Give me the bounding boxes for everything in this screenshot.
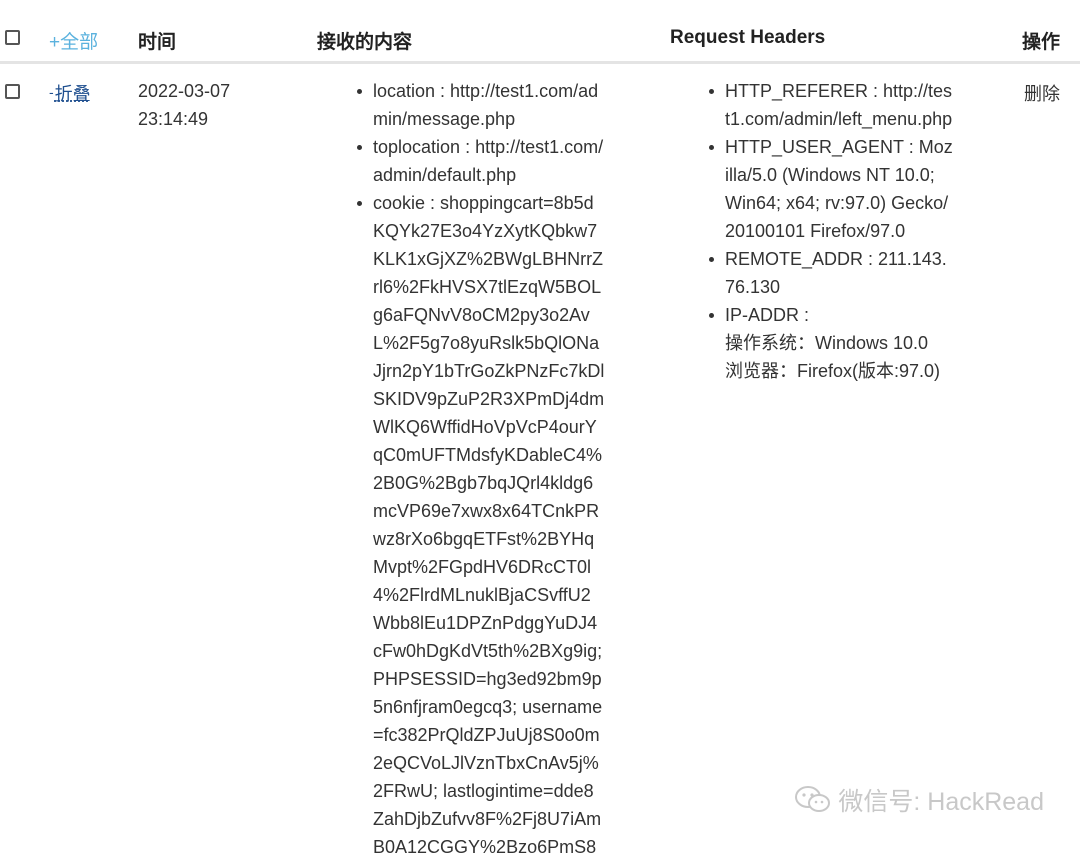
watermark: 微信号: HackRead xyxy=(794,782,1044,818)
received-content-list: location : http://test1.com/ad min/messag… xyxy=(355,77,604,861)
table-header: +全部 时间 接收的内容 Request Headers 操作 xyxy=(0,0,1080,64)
wechat-icon xyxy=(795,786,831,812)
header-item-line: 操作系统：Windows 10.0 xyxy=(725,333,929,353)
content-item-line: 5n6nfjram0egcq3; username xyxy=(373,697,603,717)
content-item-line: KQYk27E3o4YzXytKQbkw7 xyxy=(373,221,598,241)
collapse-toggle[interactable]: -折叠 xyxy=(49,80,91,106)
content-item-line: location : http://test1.com/ad xyxy=(373,81,599,101)
content-item-line: Wbb8lEu1DPZnPdggYuDJ4 xyxy=(373,613,598,633)
content-item-line: SKIDV9pZuP2R3XPmDj4dm xyxy=(373,389,605,409)
content-item-line: Mvpt%2FGpdHV6DRcCT0l xyxy=(373,557,592,577)
content-item-line: mcVP69e7xwx8x64TCnkPR xyxy=(373,501,600,521)
content-item-line: cFw0hDgKdVt5th%2BXg9ig; xyxy=(373,641,603,661)
minus-icon: - xyxy=(49,84,54,100)
content-item-line: ZahDjbZufvv8F%2Fj8U7iAm xyxy=(373,809,602,829)
row-checkbox[interactable] xyxy=(5,84,20,99)
content-item-line: 2FRwU; lastlogintime=dde8 xyxy=(373,781,594,801)
header-item-line: HTTP_REFERER : http://tes xyxy=(725,81,953,101)
content-item-line: admin/default.php xyxy=(373,165,517,185)
content-item: cookie : shoppingcart=8b5d KQYk27E3o4YzXy… xyxy=(355,189,604,861)
header-item: IP-ADDR : 操作系统：Windows 10.0 浏览器：Firefox(版本… xyxy=(707,301,953,385)
delete-link[interactable]: 删除 xyxy=(1024,80,1060,106)
header-item-line: REMOTE_ADDR : 211.143. xyxy=(725,249,947,269)
content-item-line: wz8rXo6bgqETFst%2BYHq xyxy=(373,529,595,549)
content-item-line: WlKQ6WffidHoVpVcP4ourY xyxy=(373,417,597,437)
row-date: 2022-03-07 xyxy=(138,81,231,101)
expand-all-link[interactable]: +全部 xyxy=(49,27,98,54)
content-item-line: 4%2FlrdMLnuklBjaCSvffU2 xyxy=(373,585,591,605)
content-item-line: 2eQCVoLJlVznTbxCnAv5j% xyxy=(373,753,599,773)
column-header-content: 接收的内容 xyxy=(317,32,413,53)
column-header-action: 操作 xyxy=(1022,32,1061,53)
collapse-toggle-label: 折叠 xyxy=(54,84,91,104)
content-item-line: cookie : shoppingcart=8b5d xyxy=(373,193,594,213)
content-item-line: rl6%2FkHVSX7tlEzqW5BOL xyxy=(373,277,602,297)
header-item-line: 20100101 Firefox/97.0 xyxy=(725,221,906,241)
header-item-line: 浏览器：Firefox(版本:97.0) xyxy=(725,361,941,381)
request-headers-list: HTTP_REFERER : http://tes t1.com/admin/le… xyxy=(707,77,953,385)
header-item-line: IP-ADDR : xyxy=(725,305,810,325)
content-item-line: g6aFQNvV8oCM2py3o2Av xyxy=(373,305,590,325)
watermark-text: 微信号: HackRead xyxy=(838,788,1044,816)
column-header-time: 时间 xyxy=(138,32,177,53)
header-item-line: 76.130 xyxy=(725,277,781,297)
content-item-line: toplocation : http://test1.com/ xyxy=(373,137,604,157)
content-item-line: KLK1xGjXZ%2BWgLBHNrrZ xyxy=(373,249,604,269)
content-item: toplocation : http://test1.com/admin/def… xyxy=(355,133,604,189)
header-item: HTTP_USER_AGENT : Moz illa/5.0 (Windows N… xyxy=(707,133,953,245)
row-time: 23:14:49 xyxy=(138,109,209,129)
content-item-line: B0A12CGGY%2Bzo6PmS8 xyxy=(373,837,597,857)
content-item-line: PHPSESSID=hg3ed92bm9p xyxy=(373,669,602,689)
header-item-line: Win64; x64; rv:97.0) Gecko/ xyxy=(725,193,949,213)
content-item: location : http://test1.com/ad min/messag… xyxy=(355,77,604,133)
select-all-checkbox[interactable] xyxy=(5,30,20,45)
content-item-line: 2B0G%2Bgb7bqJQrl4kldg6 xyxy=(373,473,594,493)
content-item-line: Jjrn2pY1bTrGoZkPNzFc7kDl xyxy=(373,361,605,381)
header-item: REMOTE_ADDR : 211.143. 76.130 xyxy=(707,245,953,301)
content-item-line: qC0mUFTMdsfyKDableC4% xyxy=(373,445,603,465)
content-item-line: L%2F5g7o8yuRslk5bQlONa xyxy=(373,333,600,353)
column-header-request-headers: Request Headers xyxy=(670,27,826,48)
header-item-line: illa/5.0 (Windows NT 10.0; xyxy=(725,165,935,185)
content-item-line: min/message.php xyxy=(373,109,516,129)
header-item-line: HTTP_USER_AGENT : Moz xyxy=(725,137,953,157)
header-item: HTTP_REFERER : http://tes t1.com/admin/le… xyxy=(707,77,953,133)
content-item-line: =fc382PrQldZPJuUj8S0o0m xyxy=(373,725,600,745)
header-item-line: t1.com/admin/left_menu.php xyxy=(725,109,953,129)
